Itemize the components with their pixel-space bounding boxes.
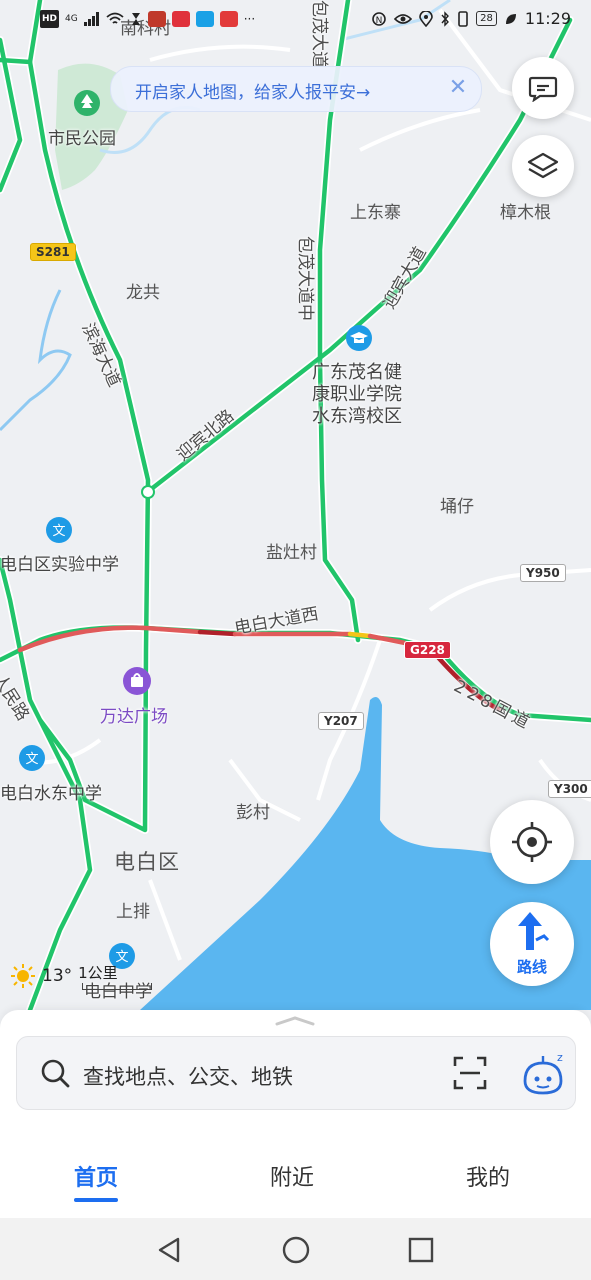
leaf-icon bbox=[505, 13, 516, 24]
status-bar: HD 4G ··· N 28 11:29 bbox=[0, 0, 591, 40]
system-navigation-bar bbox=[0, 1218, 591, 1280]
poi-wanda[interactable]: 万达广场 bbox=[100, 702, 168, 727]
route-label[interactable]: 路线 bbox=[490, 956, 574, 977]
weather-scale: 13° 1公里 bbox=[10, 962, 153, 990]
voice-assistant-icon[interactable]: z bbox=[519, 1049, 567, 1097]
clock: 11:29 bbox=[524, 9, 571, 28]
place-zhangmugen: 樟木根 bbox=[500, 203, 551, 223]
route-button[interactable]: 路线 bbox=[490, 902, 574, 986]
poi-experiment-school[interactable]: 电白区实验中学 bbox=[0, 550, 119, 575]
school-icon bbox=[346, 325, 372, 351]
temperature: 13° bbox=[42, 966, 73, 986]
layers-icon bbox=[527, 152, 559, 179]
shield-g228: G228 bbox=[404, 641, 451, 659]
search-input[interactable]: 查找地点、公交、地铁 bbox=[83, 1061, 293, 1091]
svg-text:N: N bbox=[376, 16, 383, 26]
sun-icon bbox=[11, 964, 35, 988]
park-icon bbox=[74, 90, 100, 116]
back-icon[interactable] bbox=[156, 1236, 182, 1264]
tab-mine[interactable]: 我的 bbox=[466, 1160, 510, 1192]
tab-nearby[interactable]: 附近 bbox=[270, 1160, 314, 1192]
district-label: 电白区 bbox=[114, 850, 180, 874]
tab-home-indicator bbox=[74, 1198, 118, 1202]
network-type: 4G bbox=[65, 14, 78, 24]
school-icon: 文 bbox=[19, 745, 45, 771]
place-shangdongzhai: 上东寨 bbox=[350, 203, 401, 223]
poi-college-line3[interactable]: 水东湾校区 bbox=[312, 402, 402, 428]
nfc-icon: N bbox=[372, 11, 386, 26]
place-longgong: 龙共 bbox=[126, 283, 160, 303]
tab-home[interactable]: 首页 bbox=[74, 1160, 118, 1192]
home-icon[interactable] bbox=[282, 1236, 310, 1264]
signal-icon bbox=[83, 12, 99, 26]
wifi-icon bbox=[106, 12, 124, 24]
layers-button[interactable] bbox=[512, 135, 574, 197]
hd-icon: HD bbox=[40, 10, 60, 28]
family-map-banner[interactable]: 开启家人地图，给家人报平安→ ✕ bbox=[110, 66, 482, 112]
search-bar[interactable]: 查找地点、公交、地铁 z bbox=[16, 1036, 576, 1110]
place-pengcun: 彭村 bbox=[236, 803, 270, 823]
battery-level: 28 bbox=[476, 11, 497, 26]
place-tongzai: 埇仔 bbox=[440, 497, 474, 517]
app-notification-icon bbox=[195, 11, 214, 27]
app-notification-icon bbox=[147, 11, 166, 27]
app-notification-icon bbox=[171, 11, 190, 27]
bluetooth-icon bbox=[441, 10, 450, 27]
eye-icon bbox=[394, 13, 413, 24]
shield-s281: S281 bbox=[30, 243, 76, 261]
scale-text: 1公里 bbox=[78, 964, 118, 982]
recents-icon[interactable] bbox=[408, 1237, 434, 1263]
shield-y207: Y207 bbox=[318, 712, 364, 730]
crosshair-icon bbox=[512, 822, 552, 862]
place-shangpai: 上排 bbox=[116, 902, 150, 922]
svg-text:z: z bbox=[557, 1051, 563, 1064]
bottom-tab-bar: 首页 附近 我的 bbox=[0, 1130, 591, 1218]
poi-shuidong-school[interactable]: 电白水东中学 bbox=[0, 779, 102, 804]
school-icon: 文 bbox=[46, 517, 72, 543]
scale-bar bbox=[82, 983, 153, 990]
message-button[interactable] bbox=[512, 57, 574, 119]
close-icon[interactable]: ✕ bbox=[445, 75, 471, 101]
svg-text:文: 文 bbox=[52, 524, 65, 539]
banner-text[interactable]: 开启家人地图，给家人报平安→ bbox=[135, 78, 370, 103]
app-notification-icon bbox=[219, 11, 238, 27]
shield-y300: Y300 bbox=[548, 780, 591, 798]
road-baomao: 包茂大道中 bbox=[295, 236, 315, 321]
shopping-icon bbox=[123, 667, 151, 695]
sheet-handle-icon[interactable] bbox=[275, 1016, 315, 1026]
chat-icon bbox=[528, 76, 558, 102]
place-civic-park[interactable]: 市民公园 bbox=[48, 124, 116, 149]
search-icon bbox=[41, 1059, 70, 1088]
place-yanzaocun: 盐灶村 bbox=[266, 543, 317, 563]
location-icon bbox=[419, 10, 433, 27]
locate-button[interactable] bbox=[490, 800, 574, 884]
scan-icon[interactable] bbox=[453, 1056, 487, 1090]
vibrate-icon bbox=[458, 10, 468, 27]
svg-text:文: 文 bbox=[25, 752, 38, 767]
bottom-sheet[interactable]: 查找地点、公交、地铁 z bbox=[0, 1010, 591, 1130]
shield-y950: Y950 bbox=[520, 564, 566, 582]
silent-icon bbox=[131, 13, 140, 25]
more-notifications-icon: ··· bbox=[243, 12, 256, 26]
route-arrow-icon bbox=[518, 912, 550, 950]
